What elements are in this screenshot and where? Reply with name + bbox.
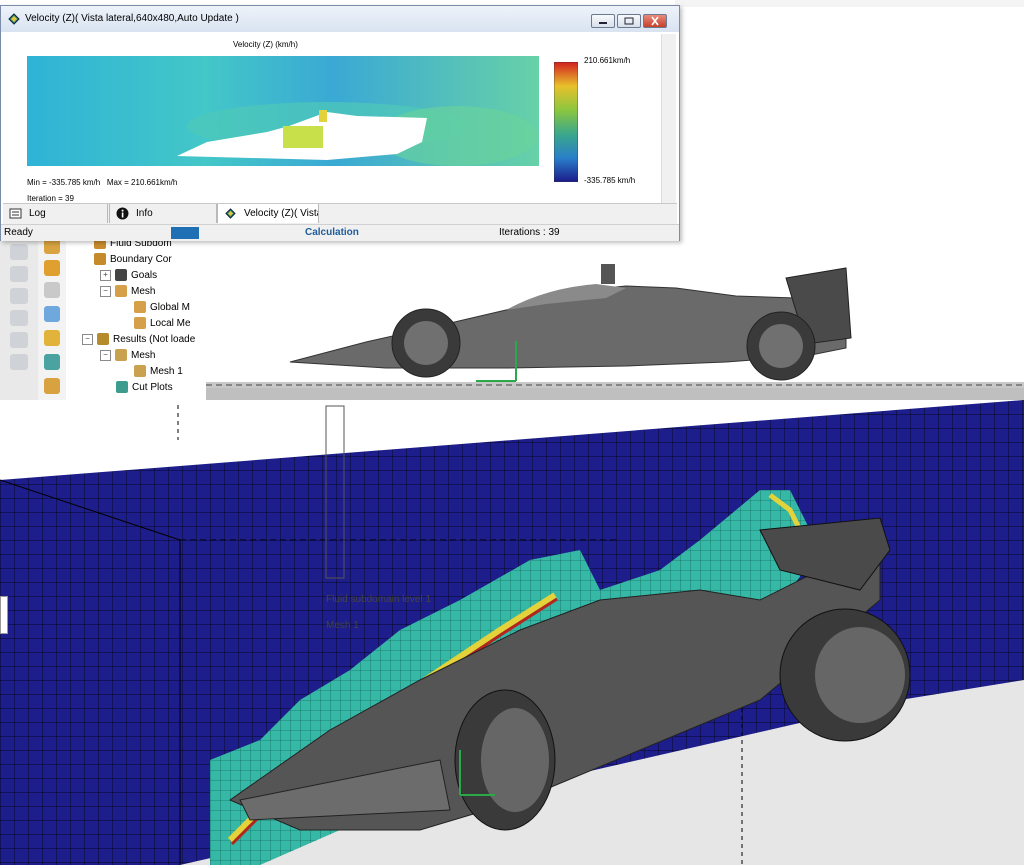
collapse-toggle[interactable]: − xyxy=(100,285,111,297)
mesh-3d-scene xyxy=(0,400,1024,865)
expand-toggle[interactable]: + xyxy=(100,269,111,281)
collapse-toggle[interactable]: − xyxy=(82,333,93,345)
side-view-viewport[interactable] xyxy=(206,238,1024,401)
cut-plots-icon xyxy=(116,381,128,394)
minimize-button[interactable] xyxy=(591,14,615,28)
window-title: Velocity (Z)( Vista lateral,640x480,Auto… xyxy=(25,13,239,24)
tab-log[interactable]: Log xyxy=(3,204,108,223)
command-manager-column xyxy=(0,238,39,401)
global-mesh-icon xyxy=(134,301,146,314)
plot-title: Velocity (Z) (km/h) xyxy=(233,40,298,49)
collapse-toggle[interactable]: − xyxy=(100,349,111,361)
tree-item-cut-plots[interactable]: Cut Plots xyxy=(116,380,173,396)
color-legend-bar xyxy=(554,62,578,182)
command-button[interactable] xyxy=(10,266,28,282)
tree-item-boundary-condition[interactable]: Boundary Cor xyxy=(94,252,172,268)
feature-tree: Fluid Subdom Boundary Cor + Goals − Mesh G… xyxy=(66,238,207,401)
tree-item-local-mesh[interactable]: Local Me xyxy=(134,316,191,332)
overlay-label-mesh: Mesh 1 xyxy=(326,620,359,631)
tree-item-results-mesh[interactable]: − Mesh xyxy=(100,348,155,364)
window-titlebar[interactable]: Velocity (Z)( Vista lateral,640x480,Auto… xyxy=(1,6,679,32)
results-tool-icon[interactable] xyxy=(44,330,60,346)
status-bar: Ready Calculation Iterations : 39 xyxy=(1,224,679,241)
goals-icon xyxy=(115,269,127,282)
3d-viewport[interactable]: Fluid subdomain level 1 Mesh 1 xyxy=(0,400,1024,865)
status-ready: Ready xyxy=(4,227,33,238)
tree-item-mesh-1[interactable]: Mesh 1 xyxy=(134,364,183,380)
command-button[interactable] xyxy=(10,244,28,260)
close-icon xyxy=(651,16,659,26)
maximize-icon xyxy=(624,17,634,25)
toolbar-strip xyxy=(675,0,1024,7)
boundary-tool-icon[interactable] xyxy=(44,260,60,276)
tree-item-results[interactable]: − Results (Not loade xyxy=(82,332,195,348)
legend-min-label: -335.785 km/h xyxy=(584,176,636,185)
surface-plot-tool-icon[interactable] xyxy=(44,378,60,394)
iteration-text: Iteration = 39 xyxy=(27,194,74,203)
tree-item-global-mesh[interactable]: Global M xyxy=(134,300,190,316)
progress-bar-fill xyxy=(171,227,199,239)
log-icon xyxy=(9,208,22,219)
results-icon xyxy=(97,333,109,346)
velocity-plot-icon xyxy=(8,13,20,25)
tree-item-goals[interactable]: + Goals xyxy=(100,268,157,284)
tree-item-mesh[interactable]: − Mesh xyxy=(100,284,155,300)
maximize-button[interactable] xyxy=(617,14,641,28)
status-calculation: Calculation xyxy=(305,227,359,238)
side-panel-handle[interactable] xyxy=(0,596,8,634)
velocity-contour-image xyxy=(27,56,539,166)
goal-tool-icon[interactable] xyxy=(44,282,60,298)
velocity-plot-area[interactable]: Velocity (Z) (km/h) 210.661km/h -335.785… xyxy=(11,34,661,204)
window-tabs: Log Info Velocity (Z)( Vista lat xyxy=(3,203,677,224)
boundary-condition-icon xyxy=(94,253,106,266)
minimize-icon xyxy=(599,22,607,24)
legend-max-label: 210.661km/h xyxy=(584,56,631,65)
command-button[interactable] xyxy=(10,332,28,348)
overlay-label-fluid-subdomain: Fluid subdomain level 1 xyxy=(326,594,432,605)
mesh-icon xyxy=(134,365,146,378)
side-view-car xyxy=(206,264,1024,401)
velocity-plot-icon xyxy=(225,208,236,219)
mesh-icon xyxy=(115,349,127,362)
info-icon xyxy=(116,207,129,220)
status-iterations: Iterations : 39 xyxy=(499,227,560,238)
cut-plot-tool-icon[interactable] xyxy=(44,354,60,370)
command-button[interactable] xyxy=(10,310,28,326)
command-button[interactable] xyxy=(10,354,28,370)
mesh-icon xyxy=(115,285,127,298)
mesh-tool-icon[interactable] xyxy=(44,306,60,322)
close-button[interactable] xyxy=(643,14,667,28)
velocity-plot-window: Velocity (Z)( Vista lateral,640x480,Auto… xyxy=(0,5,680,241)
tab-velocity-plot[interactable]: Velocity (Z)( Vista lat xyxy=(217,204,319,223)
tab-info[interactable]: Info xyxy=(109,204,217,223)
min-max-text: Min = -335.785 km/h Max = 210.661km/h xyxy=(27,178,178,187)
vertical-scrollbar[interactable] xyxy=(661,34,676,204)
command-button[interactable] xyxy=(10,288,28,304)
local-mesh-icon xyxy=(134,317,146,330)
flow-tool-column xyxy=(38,238,66,401)
